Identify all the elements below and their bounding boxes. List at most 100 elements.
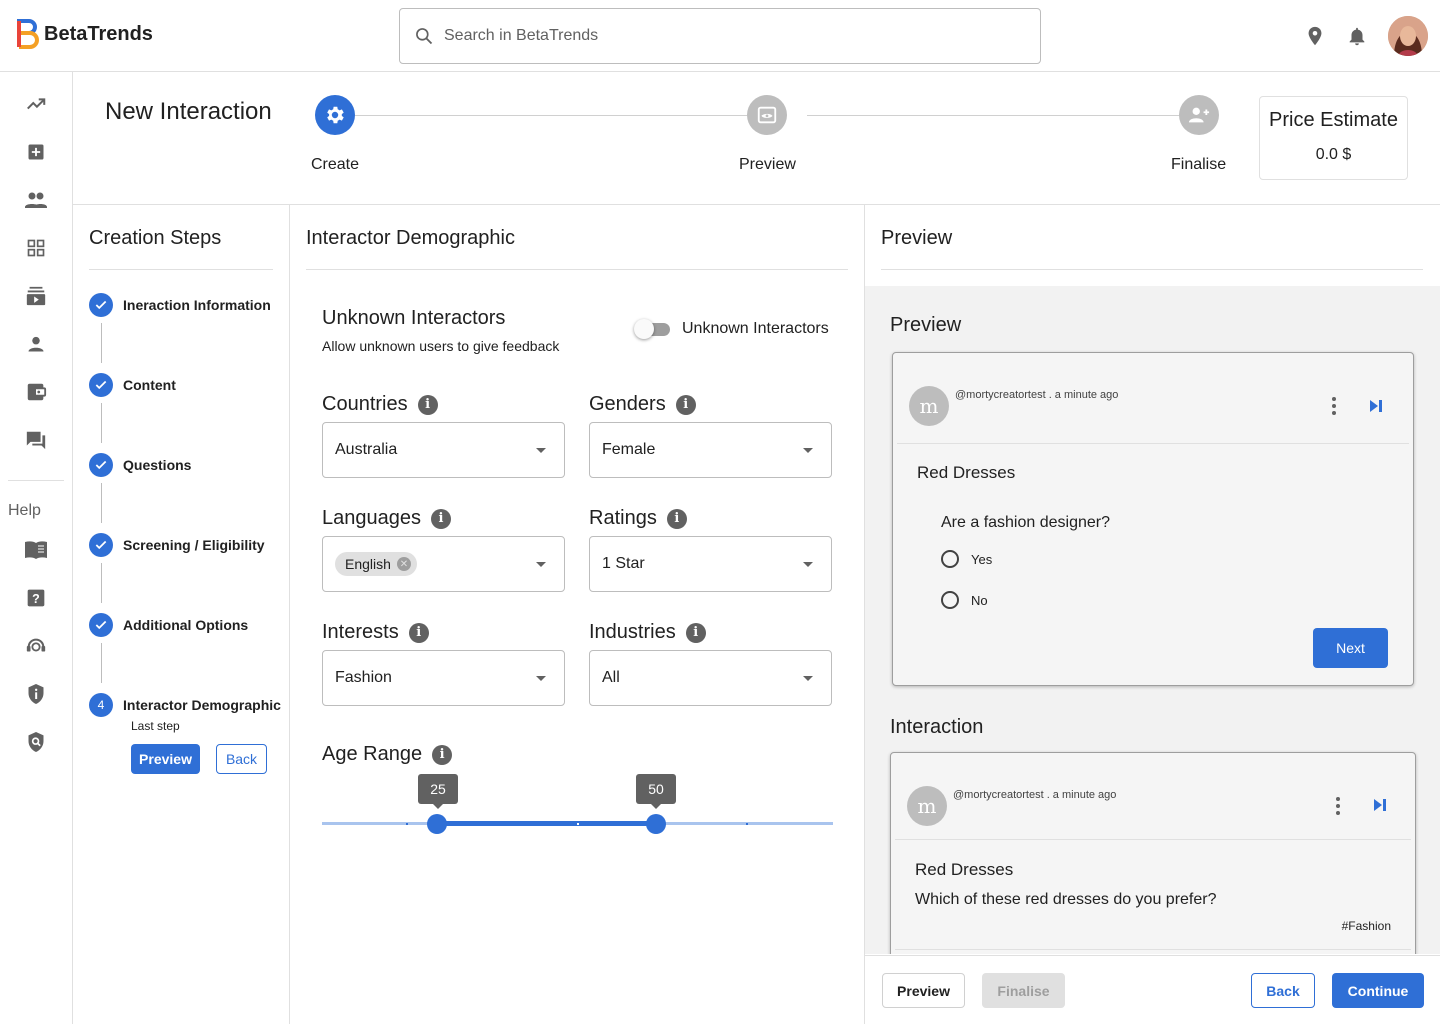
option-no-label: No xyxy=(971,593,988,608)
add-box-icon[interactable] xyxy=(24,140,48,164)
footer-finalise-button[interactable]: Finalise xyxy=(982,973,1065,1008)
skip-next-icon[interactable] xyxy=(1373,798,1387,812)
dropdown-arrow-icon xyxy=(803,448,813,453)
step-connector xyxy=(101,323,102,363)
dashboard-grid-icon[interactable] xyxy=(24,236,48,260)
age-range-slider[interactable]: 25 50 xyxy=(322,774,833,844)
creator-avatar: m xyxy=(907,786,947,826)
interests-value: Fashion xyxy=(335,669,392,686)
search-input[interactable]: Search in BetaTrends xyxy=(399,8,1041,64)
forum-icon[interactable] xyxy=(24,428,48,452)
wallet-icon[interactable] xyxy=(24,380,48,404)
footer-continue-button[interactable]: Continue xyxy=(1332,973,1424,1008)
creation-step-additional-options[interactable]: Additional Options xyxy=(89,613,248,637)
last-step-caption: Last step xyxy=(131,719,180,733)
industries-label: Industries i xyxy=(589,621,706,644)
genders-select[interactable]: Female xyxy=(589,422,832,478)
dropdown-arrow-icon xyxy=(536,676,546,681)
help-question-icon[interactable]: ? xyxy=(24,586,48,610)
info-icon[interactable]: i xyxy=(417,394,438,415)
location-pin-icon[interactable] xyxy=(1304,25,1326,47)
radio-no[interactable] xyxy=(941,591,959,609)
unknown-interactors-toggle[interactable] xyxy=(634,319,670,339)
age-min-tooltip: 25 xyxy=(418,774,458,804)
user-avatar[interactable] xyxy=(1388,16,1428,56)
card-divider xyxy=(895,839,1411,840)
ratings-value: 1 Star xyxy=(602,555,645,572)
search-placeholder: Search in BetaTrends xyxy=(444,27,599,44)
step-preview[interactable] xyxy=(747,95,787,135)
docs-book-icon[interactable] xyxy=(24,538,48,562)
languages-select[interactable]: English ✕ xyxy=(322,536,565,592)
subscriptions-icon[interactable] xyxy=(24,284,48,308)
help-label: Help xyxy=(8,502,41,519)
notifications-bell-icon[interactable] xyxy=(1346,25,1368,47)
app-logo[interactable]: BetaTrends xyxy=(16,18,153,50)
info-icon[interactable]: i xyxy=(408,622,429,643)
card-divider xyxy=(897,443,1409,444)
people-icon[interactable] xyxy=(24,188,48,212)
card-question: Are a fashion designer? xyxy=(941,514,1110,531)
card-title: Red Dresses xyxy=(917,463,1016,482)
steps-back-button[interactable]: Back xyxy=(216,744,267,774)
age-min-handle[interactable] xyxy=(427,814,447,834)
step-finalise[interactable] xyxy=(1179,95,1219,135)
person-icon[interactable] xyxy=(24,332,48,356)
creation-step-interactor-demographic[interactable]: 4 Interactor Demographic xyxy=(89,693,281,717)
price-estimate-value: 0.0 $ xyxy=(1315,146,1352,163)
countries-select[interactable]: Australia xyxy=(322,422,565,478)
interests-label: Interests i xyxy=(322,621,429,644)
industries-value: All xyxy=(602,669,620,686)
creation-step-content[interactable]: Content xyxy=(89,373,176,397)
step-connector xyxy=(101,403,102,443)
info-icon[interactable]: i xyxy=(432,744,453,765)
steps-preview-button[interactable]: Preview xyxy=(131,744,200,774)
security-shield-icon[interactable] xyxy=(24,682,48,706)
check-circle-icon xyxy=(89,373,113,397)
step-preview-label: Preview xyxy=(739,156,796,173)
genders-label: Genders i xyxy=(589,393,696,416)
privacy-search-shield-icon[interactable] xyxy=(24,730,48,754)
dropdown-arrow-icon xyxy=(803,562,813,567)
betatrends-logo-icon xyxy=(17,19,39,49)
ratings-select[interactable]: 1 Star xyxy=(589,536,832,592)
chip-remove-icon[interactable]: ✕ xyxy=(396,557,411,571)
creation-step-questions[interactable]: Questions xyxy=(89,453,191,477)
footer-back-button[interactable]: Back xyxy=(1251,973,1315,1008)
interaction-section-title: Interaction xyxy=(890,716,984,738)
next-button[interactable]: Next xyxy=(1313,628,1388,668)
svg-text:?: ? xyxy=(32,592,40,606)
step-create[interactable] xyxy=(315,95,355,135)
language-chip[interactable]: English ✕ xyxy=(335,552,417,576)
creation-step-label: Interactor Demographic xyxy=(123,697,281,713)
preview-body: Preview m @mortycreatortest . a minute a… xyxy=(865,286,1440,954)
card-divider xyxy=(895,949,1411,950)
creator-avatar: m xyxy=(909,386,949,426)
footer-preview-button[interactable]: Preview xyxy=(882,973,965,1008)
skip-next-icon[interactable] xyxy=(1369,399,1383,413)
unknown-interactors-subtitle: Allow unknown users to give feedback xyxy=(322,338,560,354)
trending-icon[interactable] xyxy=(24,92,48,116)
more-vert-icon[interactable] xyxy=(1335,796,1341,816)
interactor-demographic-panel: Interactor Demographic Unknown Interacto… xyxy=(290,205,865,1024)
interaction-card-title: Red Dresses xyxy=(915,860,1014,879)
info-icon[interactable]: i xyxy=(685,622,706,643)
more-vert-icon[interactable] xyxy=(1331,396,1337,416)
age-max-handle[interactable] xyxy=(646,814,666,834)
industries-select[interactable]: All xyxy=(589,650,832,706)
interaction-card-question: Which of these red dresses do you prefer… xyxy=(915,891,1217,908)
support-agent-icon[interactable] xyxy=(24,634,48,658)
price-estimate-card: Price Estimate 0.0 $ xyxy=(1259,96,1408,180)
info-icon[interactable]: i xyxy=(675,394,696,415)
price-estimate-title: Price Estimate xyxy=(1269,109,1398,131)
radio-yes[interactable] xyxy=(941,550,959,568)
info-icon[interactable]: i xyxy=(666,508,687,529)
info-icon[interactable]: i xyxy=(430,508,451,529)
creation-step-screening[interactable]: Screening / Eligibility xyxy=(89,533,265,557)
creation-steps-panel: Creation Steps Ineraction Information Co… xyxy=(73,205,290,1024)
creation-step-interaction-information[interactable]: Ineraction Information xyxy=(89,293,271,317)
preview-icon xyxy=(757,106,777,124)
interests-select[interactable]: Fashion xyxy=(322,650,565,706)
unknown-interactors-toggle-label: Unknown Interactors xyxy=(682,320,829,337)
age-range-label: Age Range i xyxy=(322,743,453,766)
